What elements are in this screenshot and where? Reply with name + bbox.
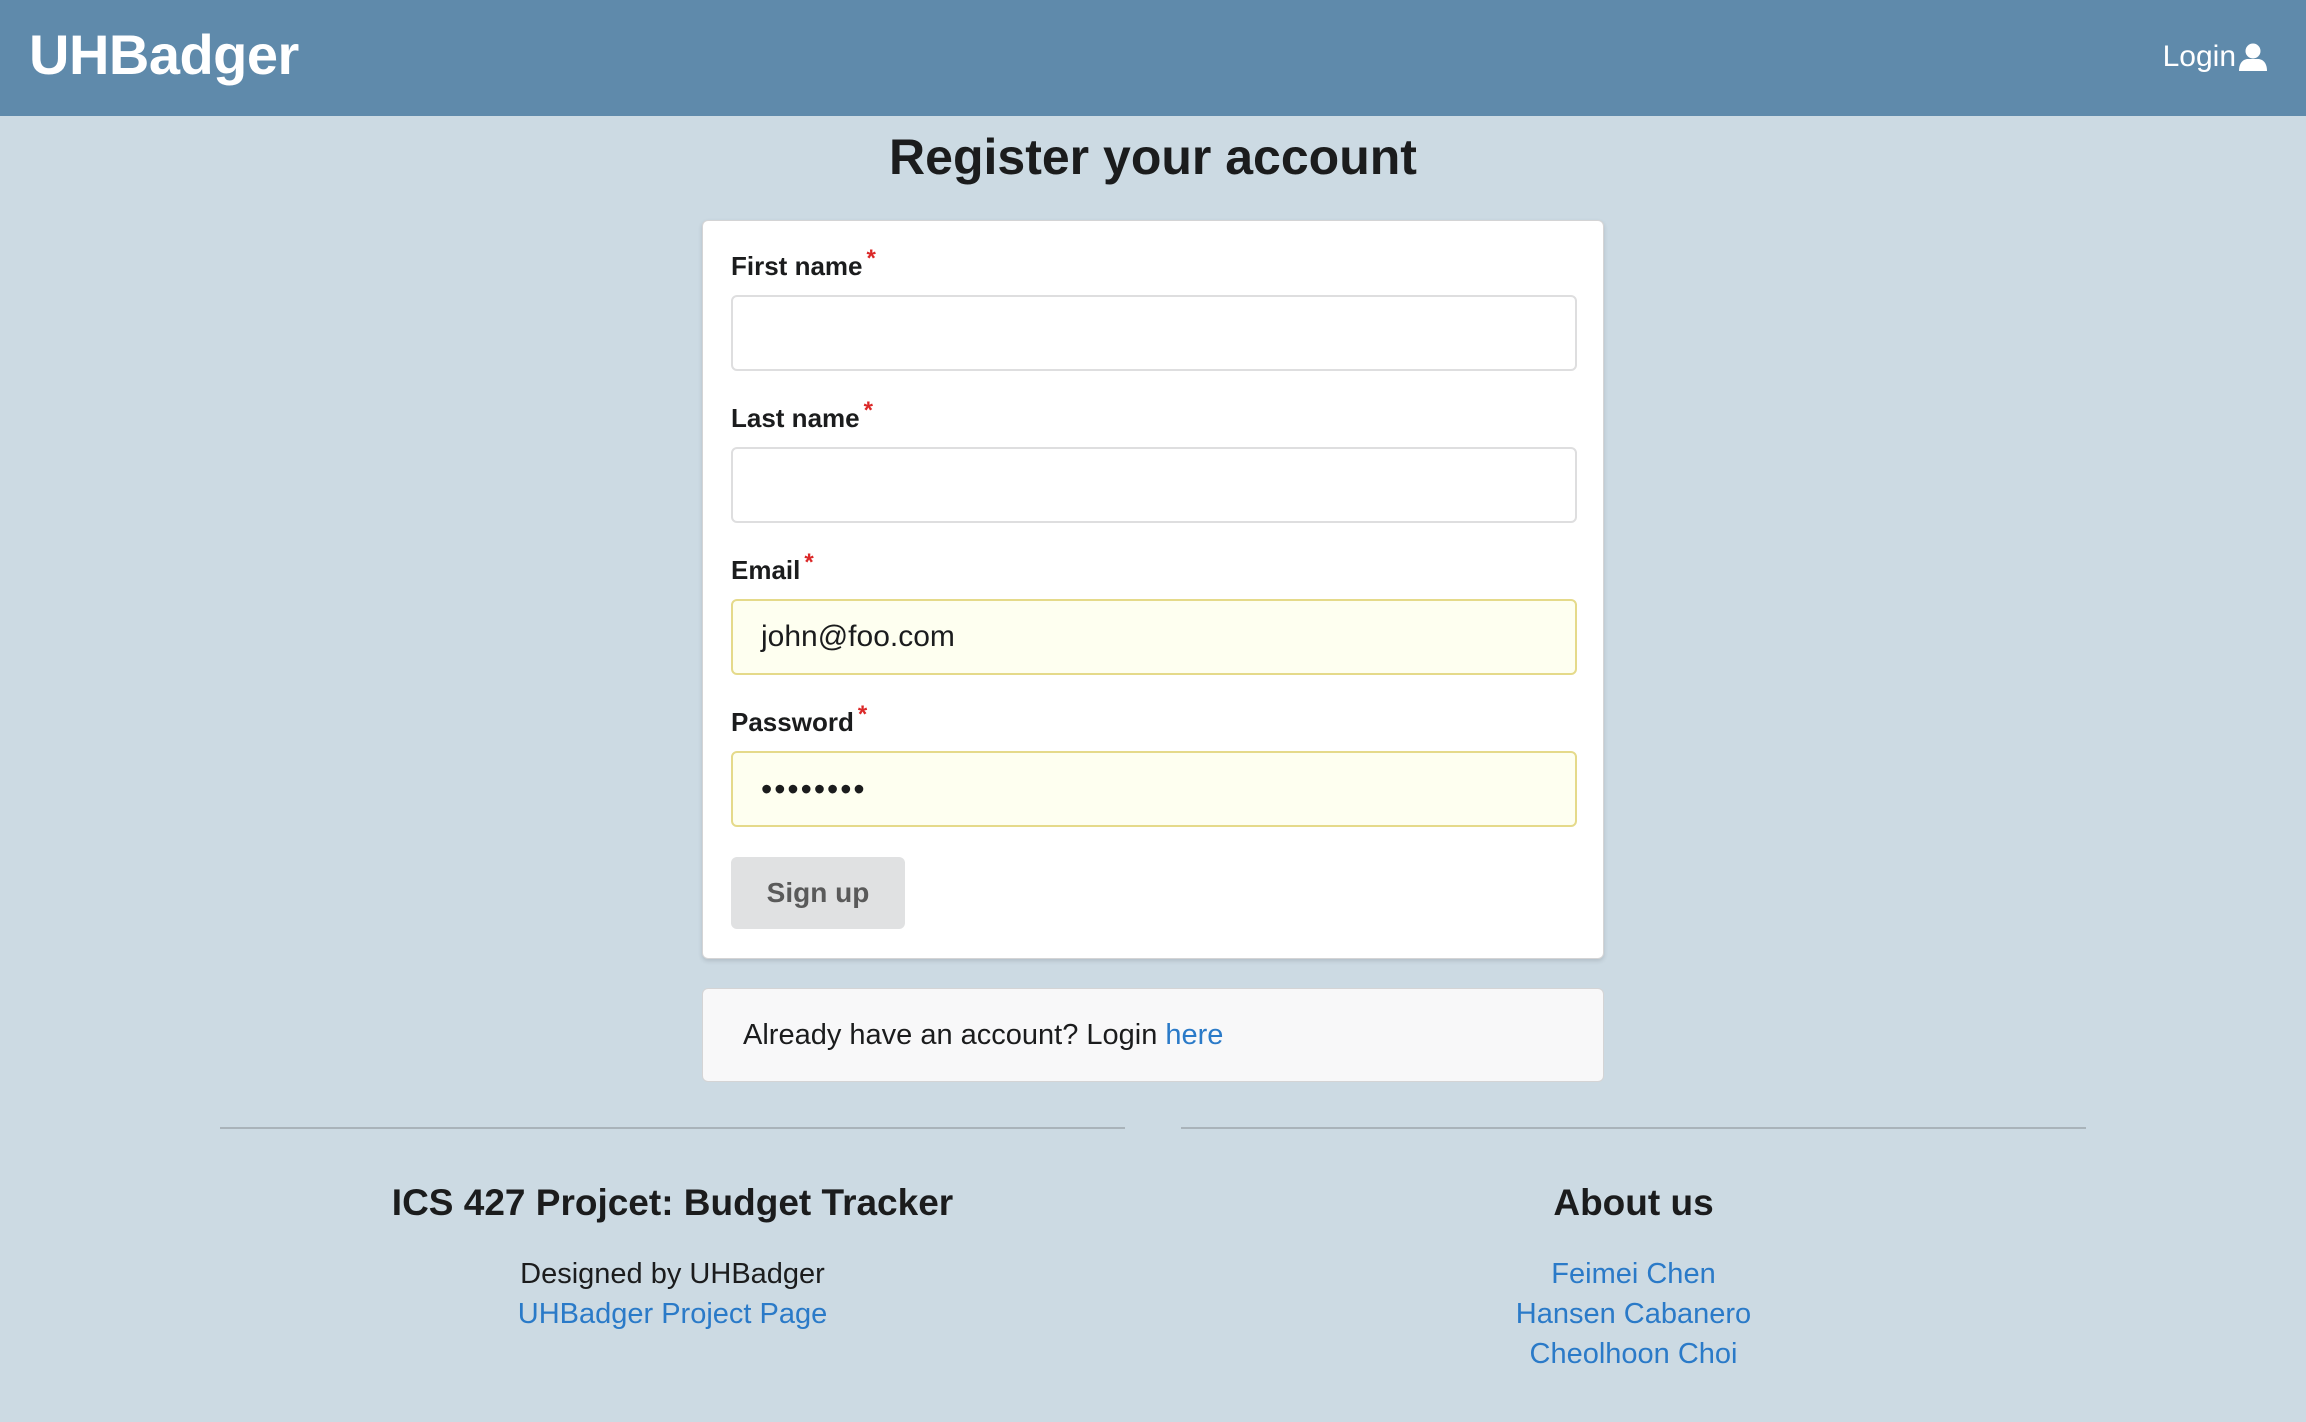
project-page-link[interactable]: UHBadger Project Page bbox=[220, 1294, 1125, 1334]
footer-about-heading: About us bbox=[1553, 1182, 1714, 1223]
password-label: Password * bbox=[731, 701, 868, 737]
first-name-input[interactable] bbox=[731, 295, 1577, 371]
required-marker: * bbox=[863, 397, 873, 424]
login-nav-button[interactable]: Login bbox=[2163, 40, 2268, 74]
login-here-link[interactable]: here bbox=[1165, 1019, 1223, 1052]
footer-divider-right bbox=[1181, 1127, 2086, 1129]
sign-up-button[interactable]: Sign up bbox=[731, 857, 905, 929]
member-link[interactable]: Cheolhoon Choi bbox=[1181, 1334, 2086, 1374]
user-icon bbox=[2239, 43, 2267, 71]
last-name-input[interactable] bbox=[731, 447, 1577, 523]
footer-project-heading: ICS 427 Projcet: Budget Tracker bbox=[391, 1182, 954, 1223]
footer-about-section: About us Feimei Chen Hansen Cabanero Che… bbox=[1181, 1182, 2086, 1374]
login-nav-label: Login bbox=[2162, 40, 2236, 73]
password-field: Password * •••••••• bbox=[731, 701, 1577, 827]
last-name-field: Last name * bbox=[731, 397, 1577, 523]
password-input[interactable]: •••••••• bbox=[731, 751, 1577, 827]
footer-divider-left bbox=[220, 1127, 1125, 1129]
required-marker: * bbox=[866, 245, 876, 272]
email-label: Email * bbox=[731, 549, 814, 585]
first-name-label: First name * bbox=[731, 245, 876, 281]
login-message-text: Already have an account? Login bbox=[743, 1018, 1158, 1051]
top-navbar: UHBadger Login bbox=[0, 0, 2306, 116]
required-marker: * bbox=[857, 701, 868, 728]
member-link[interactable]: Hansen Cabanero bbox=[1181, 1294, 2086, 1334]
login-message: Already have an account? Login here bbox=[702, 988, 1604, 1082]
register-form: First name * Last name * Email * john@foo.c… bbox=[702, 220, 1604, 959]
email-input[interactable]: john@foo.com bbox=[731, 599, 1577, 675]
first-name-field: First name * bbox=[731, 245, 1577, 371]
required-marker: * bbox=[804, 549, 814, 576]
page-title: Register your account bbox=[889, 129, 1417, 185]
last-name-label: Last name * bbox=[731, 397, 873, 433]
brand-logo[interactable]: UHBadger bbox=[29, 22, 299, 87]
footer-project-section: ICS 427 Projcet: Budget Tracker Designed… bbox=[220, 1182, 1125, 1334]
member-link[interactable]: Feimei Chen bbox=[1181, 1254, 2086, 1294]
designed-by-text: Designed by UHBadger bbox=[520, 1258, 825, 1290]
email-field: Email * john@foo.com bbox=[731, 549, 1577, 675]
